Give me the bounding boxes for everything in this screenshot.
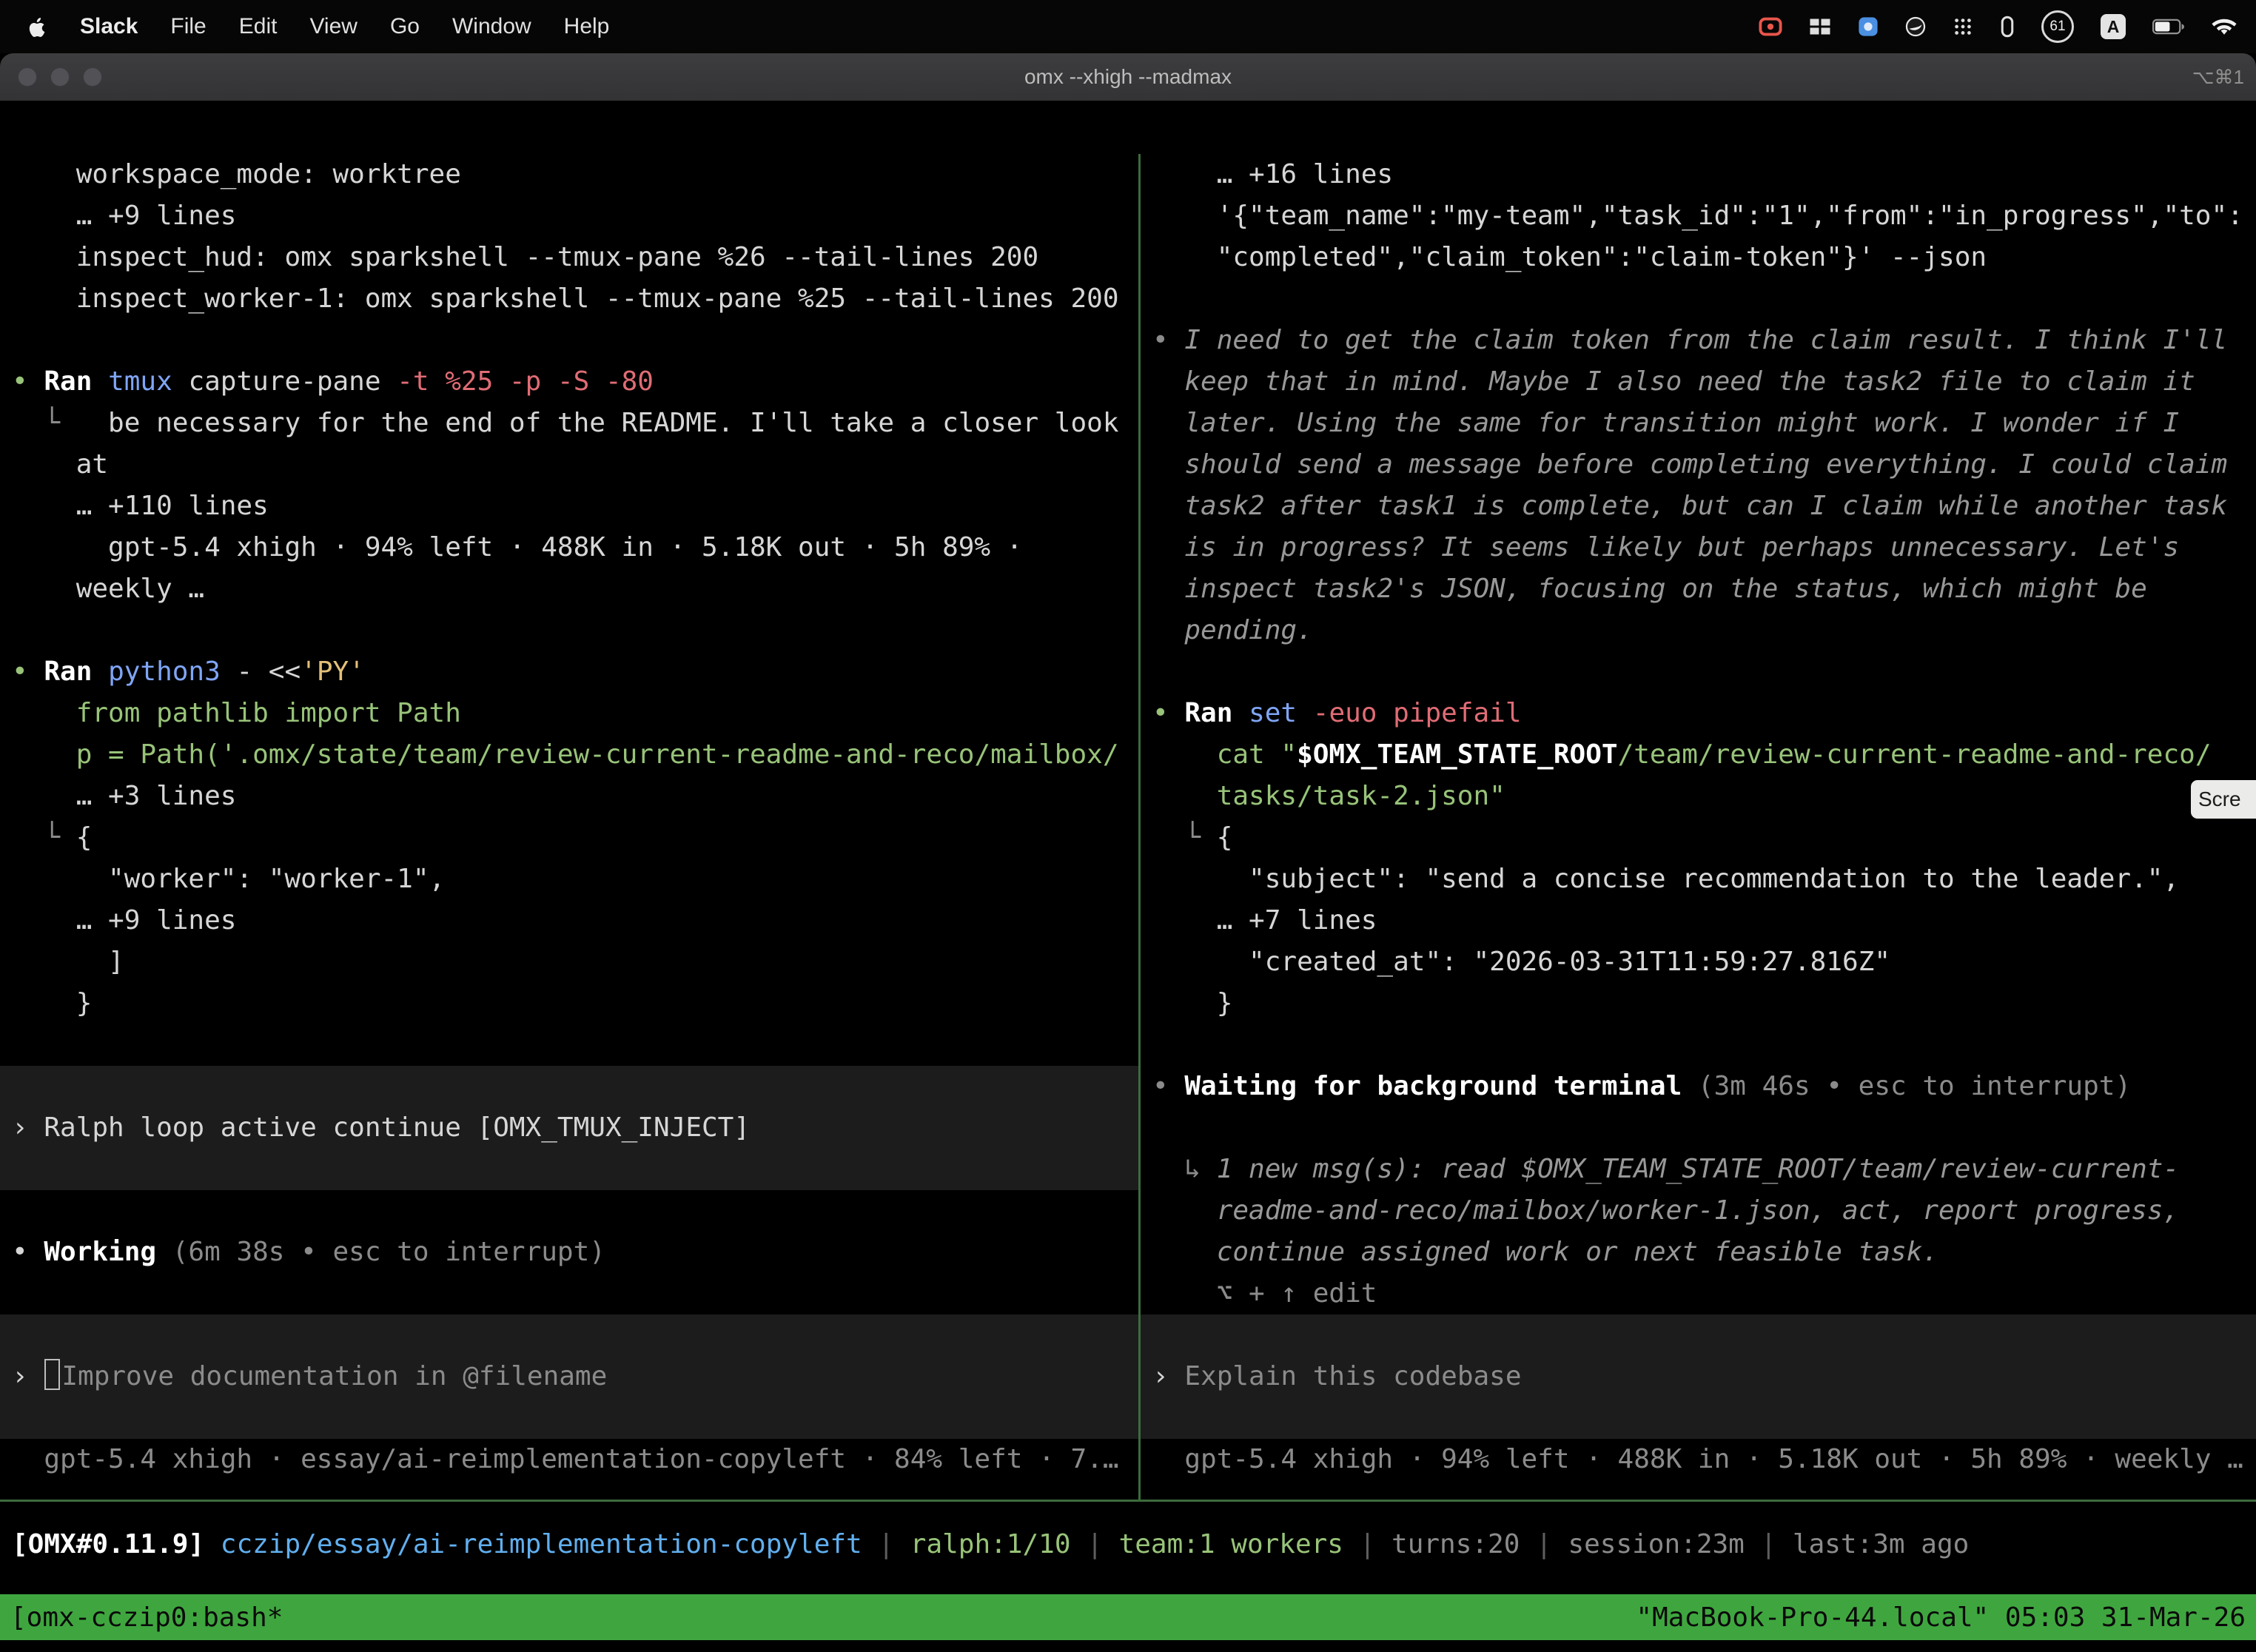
terminal-line [0, 1024, 1138, 1066]
blue-app-icon[interactable] [1858, 16, 1879, 37]
menu-bar-status-icons: 61 A [1759, 10, 2256, 43]
terminal-line: inspect task2's JSON, focusing on the st… [1141, 568, 2256, 610]
terminal-line: … +9 lines [0, 900, 1138, 941]
composer-input[interactable]: › Explain this codebase [1141, 1356, 2256, 1397]
tmux-pane-right[interactable]: … +16 lines '{"team_name":"my-team","tas… [1141, 154, 2256, 1480]
tmux-host-clock: "MacBook-Pro-44.local" 05:03 31-Mar-26 [1636, 1602, 2246, 1633]
terminal-line: } [1141, 983, 2256, 1024]
mailbox-notice: ↳ 1 new msg(s): read $OMX_TEAM_STATE_ROO… [1141, 1149, 2256, 1190]
terminal-line [1141, 278, 2256, 320]
terminal-line [0, 1397, 1138, 1439]
terminal-content: workspace_mode: worktree … +9 lines insp… [0, 101, 2256, 1652]
terminal-line: pending. [1141, 610, 2256, 651]
menu-view[interactable]: View [309, 14, 357, 39]
terminal-line: "subject": "send a concise recommendatio… [1141, 859, 2256, 900]
terminal-line: inspect_hud: omx sparkshell --tmux-pane … [0, 237, 1138, 278]
menu-window[interactable]: Window [452, 14, 531, 39]
composer-input[interactable]: › Improve documentation in @filename [0, 1356, 1138, 1397]
ran-command: • Ran set -euo pipefail [1141, 693, 2256, 734]
tmux-status-bar: [omx-cczip0:bash* "MacBook-Pro-44.local"… [0, 1594, 2256, 1640]
waiting-status: • Waiting for background terminal (3m 46… [1141, 1066, 2256, 1107]
menu-bar-left: Slack File Edit View Go Window Help [0, 14, 609, 39]
terminal-line: '{"team_name":"my-team","task_id":"1","f… [1141, 195, 2256, 237]
terminal-line: cat "$OMX_TEAM_STATE_ROOT/team/review-cu… [1141, 734, 2256, 776]
terminal-line: tasks/task-2.json" [1141, 776, 2256, 817]
working-status: • Working (6m 38s • esc to interrupt) [0, 1232, 1138, 1273]
menu-file[interactable]: File [170, 14, 206, 39]
queued-message: › Ralph loop active continue [OMX_TMUX_I… [0, 1107, 1138, 1149]
reasoning-text: • I need to get the claim token from the… [1141, 320, 2256, 361]
terminal-line: weekly … [0, 568, 1138, 610]
terminal-line: at [0, 444, 1138, 486]
terminal-line: "worker": "worker-1", [0, 859, 1138, 900]
screenshot-notification[interactable]: Scre [2191, 780, 2256, 819]
terminal-line: } [0, 983, 1138, 1024]
omx-hud-status: [OMX#0.11.9] cczip/essay/ai-reimplementa… [0, 1524, 2256, 1565]
terminal-line: "completed","claim_token":"claim-token"}… [1141, 237, 2256, 278]
window-grid-icon[interactable] [1809, 18, 1831, 36]
edit-hint: ⌥ + ↑ edit [1141, 1273, 2256, 1314]
terminal-line: └ { [0, 817, 1138, 859]
input-source-icon[interactable]: A [2101, 14, 2126, 39]
window-titlebar[interactable]: omx --xhigh --madmax ⌥⌘1 [0, 53, 2256, 101]
terminal-line [0, 1314, 1138, 1356]
ran-command: • Ran tmux capture-pane -t %25 -p -S -80 [0, 361, 1138, 403]
terminal-line [1141, 1024, 2256, 1066]
terminal-line: └ be necessary for the end of the README… [0, 403, 1138, 444]
menu-go[interactable]: Go [390, 14, 420, 39]
password-manager-icon[interactable] [2000, 16, 2015, 38]
terminal-window: omx --xhigh --madmax ⌥⌘1 workspace_mode:… [0, 53, 2256, 1652]
menu-help[interactable]: Help [564, 14, 610, 39]
terminal-line [1141, 651, 2256, 693]
terminal-line: from pathlib import Path [0, 693, 1138, 734]
text-cursor [44, 1359, 60, 1390]
screen-recording-indicator-icon[interactable] [1759, 17, 1782, 36]
model-status-line: gpt-5.4 xhigh · 94% left · 488K in · 5.1… [1141, 1439, 2256, 1480]
terminal-line: keep that in mind. Maybe I also need the… [1141, 361, 2256, 403]
tmux-session-info[interactable]: [omx-cczip0:bash* [10, 1602, 283, 1633]
terminal-line: readme-and-reco/mailbox/worker-1.json, a… [1141, 1190, 2256, 1232]
terminal-line: inspect_worker-1: omx sparkshell --tmux-… [0, 278, 1138, 320]
terminal-line [0, 1149, 1138, 1190]
terminal-line: └ { [1141, 817, 2256, 859]
terminal-line: … +7 lines [1141, 900, 2256, 941]
terminal-line: gpt-5.4 xhigh · 94% left · 488K in · 5.1… [0, 527, 1138, 568]
dots-grid-icon[interactable] [1953, 16, 1973, 37]
model-status-line: gpt-5.4 xhigh · essay/ai-reimplementatio… [0, 1439, 1138, 1480]
battery-percentage-badge[interactable]: 61 [2041, 10, 2074, 43]
terminal-line: ] [0, 941, 1138, 983]
terminal-line [0, 1066, 1138, 1107]
window-shortcut-hint: ⌥⌘1 [2192, 53, 2244, 101]
apple-menu-icon[interactable] [25, 16, 47, 38]
terminal-line [1141, 1314, 2256, 1356]
terminal-line: … +9 lines [0, 195, 1138, 237]
terminal-line: p = Path('.omx/state/team/review-current… [0, 734, 1138, 776]
terminal-line: is in progress? It seems likely but perh… [1141, 527, 2256, 568]
terminal-line: continue assigned work or next feasible … [1141, 1232, 2256, 1273]
menu-bar: Slack File Edit View Go Window Help [0, 0, 2256, 53]
wifi-icon[interactable] [2212, 17, 2237, 36]
terminal-line [0, 610, 1138, 651]
battery-icon[interactable] [2152, 19, 2185, 35]
terminal-line [0, 1190, 1138, 1232]
terminal-line: task2 after task1 is complete, but can I… [1141, 486, 2256, 527]
menu-edit[interactable]: Edit [239, 14, 278, 39]
terminal-line [0, 1273, 1138, 1314]
terminal-line: … +3 lines [0, 776, 1138, 817]
screen: Slack File Edit View Go Window Help [0, 0, 2256, 1652]
tmux-pane-left[interactable]: workspace_mode: worktree … +9 lines insp… [0, 154, 1138, 1480]
terminal-line: should send a message before completing … [1141, 444, 2256, 486]
window-title: omx --xhigh --madmax [0, 53, 2256, 101]
terminal-line: … +16 lines [1141, 154, 2256, 195]
terminal-line [1141, 1107, 2256, 1149]
terminal-line: later. Using the same for transition mig… [1141, 403, 2256, 444]
app-menu-title[interactable]: Slack [80, 14, 138, 39]
terminal-line: workspace_mode: worktree [0, 154, 1138, 195]
terminal-line: "created_at": "2026-03-31T11:59:27.816Z" [1141, 941, 2256, 983]
ran-command: • Ran python3 - <<'PY' [0, 651, 1138, 693]
terminal-line [1141, 1397, 2256, 1439]
terminal-line: … +110 lines [0, 486, 1138, 527]
browser-app-icon[interactable] [1905, 16, 1926, 37]
terminal-line [0, 320, 1138, 361]
